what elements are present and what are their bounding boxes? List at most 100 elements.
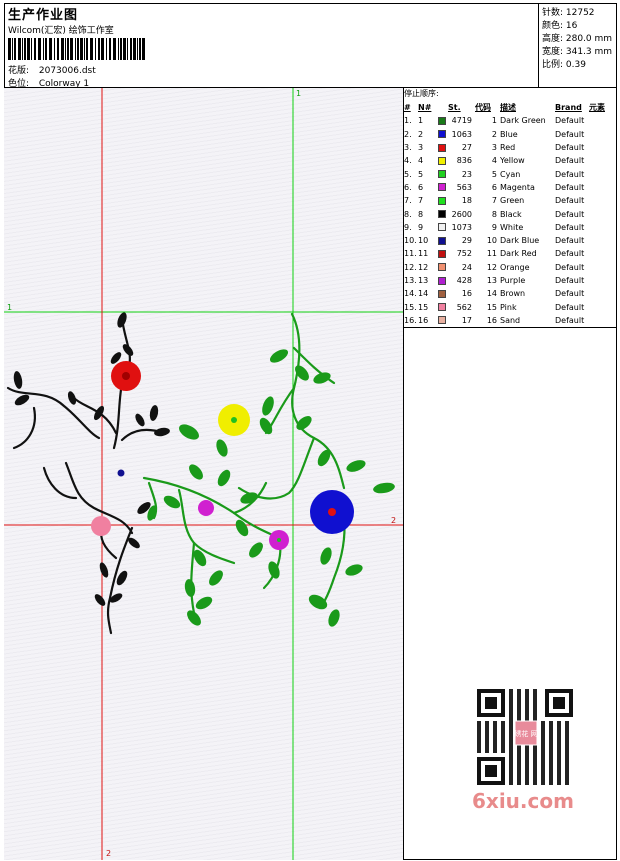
row-description: Cyan: [500, 169, 521, 179]
row-code: 7: [491, 196, 497, 206]
col-index: #: [404, 103, 411, 113]
row-description: Brown: [500, 289, 526, 299]
row-stitches: 18: [461, 196, 472, 206]
table-row: 16. 16 17 16 Sand Default: [404, 314, 605, 327]
table-header-row: # N# St. 代码 描述 Brand 元素: [404, 101, 605, 114]
row-needle: 13: [418, 276, 429, 285]
row-stitches: 1063: [451, 129, 472, 139]
color-swatch: [438, 194, 448, 207]
row-brand: Default: [555, 156, 585, 166]
row-code: 13: [486, 276, 497, 285]
design-label: 花版:: [8, 66, 30, 76]
row-element: [589, 114, 605, 127]
row-brand: Default: [555, 182, 585, 192]
row-stitches: 23: [461, 169, 472, 179]
row-stitches: 2600: [451, 209, 472, 219]
row-element: [589, 181, 605, 194]
row-description: Sand: [500, 315, 521, 325]
row-needle: 10: [418, 236, 429, 246]
row-description: Yellow: [500, 156, 525, 166]
row-stitches: 4719: [451, 116, 472, 126]
black-vine: [6, 316, 166, 635]
table-row: 13. 13 428 13 Purple Default: [404, 274, 605, 287]
row-index: 6.: [404, 182, 412, 192]
stop-sequence-panel: 停止顺序: # N# St. 代码 描述 Brand 元素 1. 1 4719 1 Da…: [404, 88, 617, 328]
row-code: 16: [486, 315, 497, 325]
row-description: Dark Red: [500, 249, 537, 259]
row-code: 4: [491, 156, 497, 166]
row-brand: Default: [555, 116, 585, 126]
row-description: Red: [500, 143, 516, 153]
table-row: 14. 14 16 14 Brown Default: [404, 287, 605, 300]
row-stitches: 752: [456, 249, 472, 259]
red-flower: [111, 361, 141, 391]
row-needle: 6: [418, 182, 424, 192]
col-code: 代码: [475, 103, 491, 113]
barcode: [8, 38, 145, 60]
row-brand: Default: [555, 276, 585, 285]
row-index: 10.: [404, 236, 417, 246]
row-stitches: 24: [461, 262, 472, 272]
row-code: 15: [486, 302, 497, 312]
row-index: 8.: [404, 209, 412, 219]
table-row: 7. 7 18 7 Green Default: [404, 194, 605, 207]
row-needle: 15: [418, 302, 429, 312]
color-swatch: [438, 207, 448, 220]
table-row: 11. 11 752 11 Dark Red Default: [404, 247, 605, 260]
row-element: [589, 207, 605, 220]
color-swatch: [438, 154, 448, 167]
col-description: 描述: [500, 103, 516, 113]
row-element: [589, 261, 605, 274]
row-brand: Default: [555, 169, 585, 179]
guide-label-green-h: 1: [7, 303, 12, 312]
stitch-count: 针数: 12752: [542, 8, 595, 18]
row-code: 1: [491, 116, 497, 126]
col-stitches: St.: [448, 103, 461, 113]
design-height: 高度: 280.0 mm: [542, 34, 613, 44]
row-stitches: 29: [461, 236, 472, 246]
row-needle: 2: [418, 129, 424, 139]
table-row: 5. 5 23 5 Cyan Default: [404, 167, 605, 180]
row-needle: 16: [418, 315, 429, 325]
row-description: Blue: [500, 129, 518, 139]
row-brand: Default: [555, 289, 585, 299]
row-code: 2: [491, 129, 497, 139]
row-element: [589, 167, 605, 180]
color-swatch: [438, 287, 448, 300]
row-needle: 14: [418, 289, 429, 299]
row-needle: 1: [418, 116, 424, 126]
design-canvas[interactable]: 1 1 2 2: [4, 88, 404, 860]
row-index: 5.: [404, 169, 412, 179]
row-stitches: 428: [456, 276, 472, 285]
table-row: 6. 6 563 6 Magenta Default: [404, 181, 605, 194]
color-swatch: [438, 221, 448, 234]
color-swatch: [438, 300, 448, 313]
row-element: [589, 234, 605, 247]
row-element: [589, 194, 605, 207]
company-name: Wilcom(汇宏) 绘饰工作室: [8, 26, 114, 36]
row-index: 16.: [404, 315, 417, 325]
table-row: 12. 12 24 12 Orange Default: [404, 261, 605, 274]
table-row: 15. 15 562 15 Pink Default: [404, 300, 605, 313]
row-index: 1.: [404, 116, 412, 126]
color-swatch: [438, 247, 448, 260]
row-brand: Default: [555, 249, 585, 259]
row-stitches: 17: [461, 315, 472, 325]
row-code: 12: [486, 262, 497, 272]
table-row: 2. 2 1063 2 Blue Default: [404, 128, 605, 141]
row-needle: 8: [418, 209, 424, 219]
row-index: 2.: [404, 129, 412, 139]
color-swatch: [438, 274, 448, 287]
row-stitches: 27: [461, 143, 472, 153]
table-row: 1. 1 4719 1 Dark Green Default: [404, 114, 605, 127]
col-element: 元素: [589, 103, 605, 113]
table-row: 10. 10 29 10 Dark Blue Default: [404, 234, 605, 247]
guide-label-red-h: 2: [391, 516, 396, 525]
row-stitches: 562: [456, 302, 472, 312]
row-brand: Default: [555, 315, 585, 325]
color-swatch: [438, 128, 448, 141]
color-swatch: [438, 234, 448, 247]
row-description: Pink: [500, 302, 517, 312]
row-brand: Default: [555, 209, 585, 219]
row-description: White: [500, 222, 524, 232]
